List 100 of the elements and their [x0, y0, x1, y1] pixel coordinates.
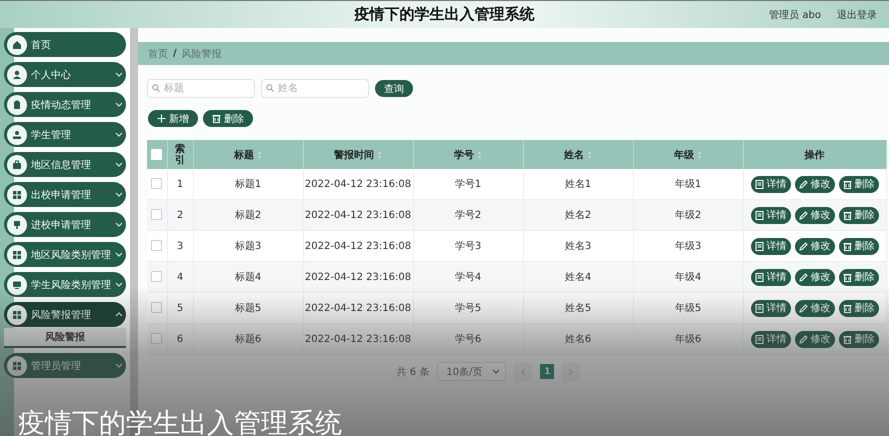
column-header[interactable]: 学号 — [454, 148, 482, 162]
search-field[interactable]: 标题 — [147, 79, 255, 98]
sidebar-item[interactable]: 出校申请管理 — [4, 182, 126, 207]
trash-icon — [212, 114, 221, 123]
sidebar-item[interactable]: 首页 — [4, 32, 126, 57]
trash-icon — [842, 210, 852, 220]
table-cell: 2022-04-12 23:16:08 — [304, 302, 412, 314]
sidebar-item[interactable]: 地区风险类别管理 — [4, 242, 126, 267]
sidebar-item[interactable]: 学生管理 — [4, 122, 126, 147]
sidebar-item[interactable]: 疫情动态管理 — [4, 92, 126, 117]
column-header[interactable]: 年级 — [674, 148, 702, 162]
row-checkbox[interactable] — [151, 271, 162, 282]
monitor-icon — [12, 280, 22, 290]
table-cell: 学号2 — [454, 210, 482, 221]
column-header: 索引 — [175, 144, 185, 166]
add-button[interactable]: 新增 — [148, 110, 198, 127]
briefcase-icon — [12, 160, 22, 170]
clipboard-icon — [12, 100, 22, 110]
chevron-up-icon — [115, 311, 123, 318]
person-icon — [12, 70, 22, 80]
sidebar-item[interactable]: 地区信息管理 — [4, 152, 126, 177]
detail-button[interactable]: 详情 — [750, 176, 790, 192]
chevron-down-icon — [115, 71, 123, 78]
delete-button[interactable]: 删除 — [838, 238, 878, 254]
column-header[interactable]: 标题 — [234, 148, 262, 162]
delete-button[interactable]: 删除 — [838, 268, 878, 286]
table-cell: 学号3 — [454, 241, 482, 252]
document-icon — [754, 210, 764, 220]
pencil-icon — [798, 242, 808, 250]
table-cell: 姓名6 — [564, 334, 592, 345]
sidebar-item[interactable]: 风险警报管理 — [4, 302, 126, 327]
chevron-right-icon — [568, 368, 574, 376]
edit-button[interactable]: 修改 — [794, 300, 834, 316]
table-cell: 6 — [176, 334, 184, 344]
marker-icon — [12, 220, 22, 230]
pencil-icon — [798, 180, 808, 188]
chevron-down-icon — [115, 161, 123, 168]
document-icon — [754, 180, 764, 188]
chevron-down-icon — [115, 251, 123, 258]
table-cell: 年级1 — [674, 179, 702, 190]
chevron-down-icon — [115, 362, 123, 369]
grid-icon — [12, 190, 22, 200]
logout-link[interactable]: 退出登录 — [837, 8, 877, 22]
table-cell: 姓名3 — [564, 241, 592, 252]
next-page-button[interactable] — [562, 362, 580, 380]
edit-button[interactable]: 修改 — [794, 176, 834, 192]
column-header[interactable]: 姓名 — [564, 148, 592, 162]
row-checkbox[interactable] — [151, 240, 162, 252]
detail-button[interactable]: 详情 — [750, 300, 790, 316]
detail-button[interactable]: 详情 — [750, 238, 790, 254]
chevron-down-icon — [115, 101, 123, 108]
pencil-icon — [798, 272, 808, 282]
pencil-icon — [798, 210, 808, 220]
select-all-checkbox[interactable] — [151, 148, 162, 160]
row-checkbox[interactable] — [151, 302, 162, 314]
delete-button[interactable]: 删除 — [203, 110, 253, 127]
trash-icon — [842, 272, 852, 282]
table-cell: 3 — [176, 240, 184, 252]
delete-button[interactable]: 删除 — [838, 206, 878, 224]
row-checkbox[interactable] — [151, 178, 162, 190]
user-label: 管理员 abo — [769, 8, 821, 22]
document-icon — [754, 242, 764, 250]
sort-icon — [377, 150, 382, 158]
delete-button[interactable]: 删除 — [838, 176, 878, 192]
chevron-down-icon — [115, 221, 123, 228]
edit-button[interactable]: 修改 — [794, 238, 834, 254]
grid-icon — [12, 310, 22, 320]
edit-button[interactable]: 修改 — [794, 206, 834, 224]
sidebar-item[interactable]: 学生风险类别管理 — [4, 272, 126, 297]
detail-button[interactable]: 详情 — [750, 268, 790, 286]
row-checkbox[interactable] — [151, 333, 162, 344]
chevron-down-icon — [115, 191, 123, 198]
sidebar-item[interactable]: 进校申请管理 — [4, 212, 126, 237]
edit-button[interactable]: 修改 — [794, 330, 834, 348]
chevron-down-icon — [115, 281, 123, 288]
search-field[interactable]: 姓名 — [261, 79, 369, 98]
detail-button[interactable]: 详情 — [750, 206, 790, 224]
sort-icon — [257, 150, 262, 158]
table-cell: 年级3 — [674, 241, 702, 252]
table-cell: 1 — [176, 178, 184, 190]
detail-button[interactable]: 详情 — [750, 330, 790, 348]
edit-button[interactable]: 修改 — [794, 268, 834, 286]
table-cell: 学号4 — [454, 272, 482, 283]
caret-icon — [492, 368, 500, 375]
delete-button[interactable]: 删除 — [838, 300, 878, 316]
table-cell: 标题1 — [234, 179, 262, 190]
sidebar-item[interactable]: 管理员管理 — [4, 353, 126, 378]
prev-page-button[interactable] — [514, 362, 532, 380]
sort-icon — [587, 150, 592, 158]
sidebar-item[interactable]: 个人中心 — [4, 62, 126, 87]
delete-button[interactable]: 删除 — [838, 330, 878, 348]
breadcrumb-item: 风险警报 — [182, 48, 222, 60]
table-cell: 年级4 — [674, 272, 702, 283]
query-button[interactable]: 查询 — [375, 80, 413, 97]
trash-icon — [842, 334, 852, 344]
submenu-item[interactable]: 风险警报 — [4, 328, 126, 348]
app-title: 疫情下的学生出入管理系统 — [354, 5, 534, 24]
table-cell: 姓名5 — [564, 303, 592, 314]
row-checkbox[interactable] — [151, 209, 162, 220]
table-cell: 学号1 — [454, 179, 482, 190]
